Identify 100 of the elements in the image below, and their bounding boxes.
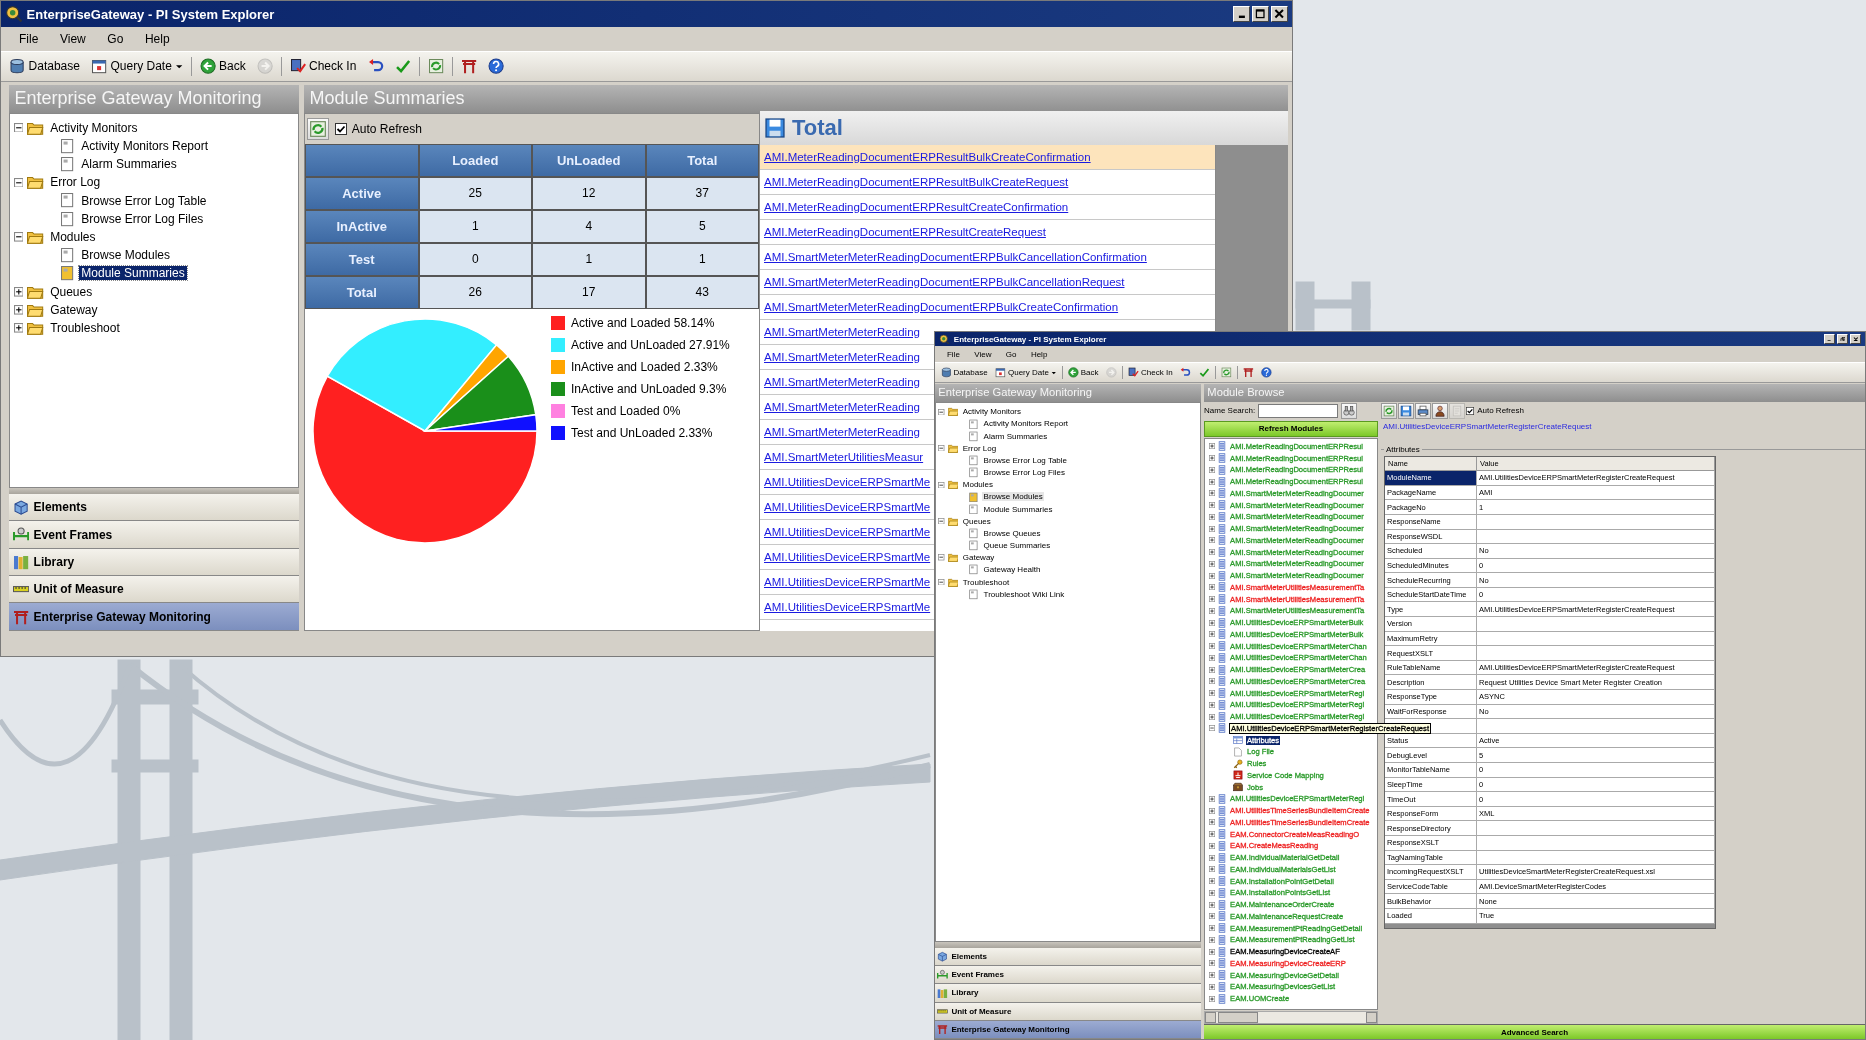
tree-item[interactable]: Browse Error Log Files — [78, 211, 206, 226]
tree-item[interactable]: Troubleshoot Wiki Link — [981, 589, 1066, 599]
horizontal-scrollbar[interactable] — [1204, 1011, 1378, 1024]
restore-button[interactable] — [1837, 334, 1848, 344]
module-link[interactable]: AMI.SmartMeterMeterReading — [764, 325, 920, 338]
tree-item[interactable]: Modules — [47, 230, 98, 244]
highlighted-row[interactable]: AMI.MeterReadingDocumentERPResultBulkCreateConfirmation — [760, 144, 1215, 170]
menu-item[interactable]: View — [49, 32, 97, 46]
menu-item[interactable]: Go — [998, 349, 1024, 359]
tree-item[interactable]: Gateway Health — [981, 565, 1043, 575]
tree-item[interactable]: Troubleshoot — [47, 321, 123, 336]
tree-item[interactable]: Alarm Summaries — [981, 431, 1049, 441]
module-link[interactable]: AMI.SmartMeterMeterReadingDocumentERPBulkCancellationConfirmation — [764, 250, 1147, 263]
expand-icon[interactable] — [13, 286, 24, 297]
minimize-button[interactable] — [1824, 334, 1835, 344]
tree-item[interactable]: Error Log — [961, 443, 998, 453]
save-button[interactable] — [1398, 402, 1414, 419]
module-link[interactable]: AMI.UtilitiesDeviceERPSmartMe — [764, 525, 931, 538]
module-link[interactable]: AMI.UtilitiesDeviceERPSmartMe — [764, 600, 931, 613]
tree-item[interactable]: Browse Error Log Table — [78, 193, 209, 208]
nav-item[interactable]: Event Frames — [935, 966, 1201, 985]
database-button[interactable]: Database — [938, 366, 990, 380]
module-link[interactable]: AMI.SmartMeterMeterReading — [764, 425, 920, 438]
module-link[interactable]: AMI.UtilitiesDeviceERPSmartMe — [764, 500, 931, 513]
module-link[interactable]: AMI.UtilitiesDeviceERPSmartMe — [764, 475, 931, 488]
print-button[interactable] — [1415, 402, 1431, 419]
tree-item[interactable]: Modules — [961, 480, 995, 490]
tree-item[interactable]: Activity Monitors Report — [78, 138, 211, 153]
menu-item[interactable]: Go — [96, 32, 135, 46]
query-date-button[interactable]: Query Date — [87, 56, 187, 77]
person-button[interactable] — [1432, 402, 1448, 419]
tree-item[interactable]: Alarm Summaries — [78, 157, 180, 172]
tree-item[interactable]: Browse Error Log Files — [981, 468, 1067, 478]
refresh-button[interactable] — [1381, 402, 1397, 419]
nav-item[interactable]: Library — [9, 548, 299, 577]
collapse-icon[interactable] — [13, 232, 24, 242]
module-link[interactable]: AMI.SmartMeterMeterReading — [764, 375, 920, 388]
module-link[interactable]: AMI.SmartMeterMeterReading — [764, 350, 920, 363]
tree-item[interactable]: Browse Modules — [78, 248, 173, 263]
tree-item[interactable]: Queues — [961, 516, 993, 526]
expand-icon[interactable] — [13, 323, 24, 333]
module-link[interactable]: AMI.MeterReadingDocumentERPResultCreateRequest — [764, 225, 1046, 238]
splitter-handle[interactable] — [9, 488, 299, 494]
module-link[interactable]: AMI.MeterReadingDocumentERPResultBulkCreateConfirmation — [764, 150, 1091, 163]
close-button[interactable] — [1850, 334, 1861, 344]
minimize-button[interactable] — [1233, 6, 1250, 22]
nav-item[interactable]: Enterprise Gateway Monitoring — [9, 603, 299, 631]
menu-item[interactable]: Help — [1023, 349, 1055, 359]
search-field[interactable] — [1258, 403, 1339, 418]
refresh-button[interactable] — [1218, 366, 1234, 380]
menu-item[interactable]: View — [967, 349, 999, 359]
back-button[interactable]: Back — [196, 56, 250, 77]
module-link[interactable]: AMI.MeterReadingDocumentERPResultCreateConfirmation — [764, 200, 1069, 213]
module-link[interactable]: AMI.MeterReadingDocumentERPResultBulkCreateRequest — [764, 175, 1069, 188]
tree-item[interactable]: Gateway — [47, 302, 100, 317]
tree-item[interactable]: Error Log — [47, 175, 103, 190]
tree-item[interactable]: Activity Monitors — [47, 120, 140, 135]
menu-item[interactable]: Help — [134, 32, 181, 46]
back-button[interactable]: Back — [1065, 366, 1101, 380]
splitter-handle[interactable] — [935, 941, 1201, 948]
module-link[interactable]: AMI.SmartMeterMeterReadingDocumentERPBulkCreateConfirmation — [764, 300, 1119, 313]
search-button[interactable] — [1341, 402, 1358, 419]
module-link[interactable]: AMI.SmartMeterUtilitiesMeasur — [764, 450, 924, 463]
expand-icon[interactable] — [13, 305, 24, 315]
check-in-button[interactable]: Check In — [286, 56, 360, 77]
tree-item[interactable]: Queue Summaries — [981, 541, 1052, 551]
maximize-button[interactable] — [1252, 6, 1269, 22]
module-link[interactable]: AMI.UtilitiesDeviceERPSmartMe — [764, 550, 931, 563]
tree-item[interactable]: Browse Error Log Table — [981, 455, 1069, 465]
module-link[interactable]: AMI.UtilitiesDeviceERPSmartMe — [764, 575, 931, 588]
module-link[interactable]: AMI.SmartMeterMeterReading — [764, 400, 920, 413]
advanced-search-button[interactable]: Advanced Search — [1204, 1024, 1865, 1039]
tree-item[interactable]: Troubleshoot — [961, 577, 1011, 587]
tree-item[interactable]: Module Summaries — [78, 266, 188, 281]
tree-item[interactable]: Activity Monitors — [961, 407, 1023, 417]
nav-item[interactable]: Elements — [9, 494, 299, 522]
collapse-icon[interactable] — [13, 177, 24, 188]
auto-refresh-checkbox[interactable]: Auto Refresh — [335, 121, 422, 136]
page-icon — [968, 564, 980, 576]
database-button[interactable]: Database — [5, 56, 84, 77]
nav-item[interactable]: Library — [935, 984, 1201, 1003]
nav-item[interactable]: Unit of Measure — [9, 576, 299, 604]
nav-item[interactable]: Event Frames — [9, 521, 299, 549]
refresh-modules-button[interactable]: Refresh Modules — [1204, 420, 1378, 437]
collapse-icon[interactable] — [13, 122, 24, 133]
close-button[interactable] — [1271, 6, 1288, 22]
menu-item[interactable]: File — [939, 349, 968, 359]
query-date-button[interactable]: Query Date — [992, 366, 1059, 380]
refresh-button[interactable] — [307, 117, 329, 140]
menu-item[interactable]: File — [8, 32, 50, 46]
auto-refresh-checkbox[interactable]: Auto Refresh — [1466, 406, 1524, 416]
tree-item[interactable]: Browse Queues — [981, 528, 1043, 538]
help-button[interactable] — [1258, 366, 1275, 380]
module-link[interactable]: AMI.SmartMeterMeterReadingDocumentERPBulkCancellationRequest — [764, 275, 1125, 288]
tree-item[interactable]: Module Summaries — [981, 504, 1055, 514]
check-in-button[interactable]: Check In — [1125, 366, 1175, 380]
tree-item[interactable]: Queues — [47, 284, 95, 299]
tree-item[interactable]: Activity Monitors Report — [981, 419, 1070, 429]
tree-item[interactable]: Browse Modules — [981, 492, 1045, 502]
tree-item[interactable]: Gateway — [961, 553, 996, 563]
